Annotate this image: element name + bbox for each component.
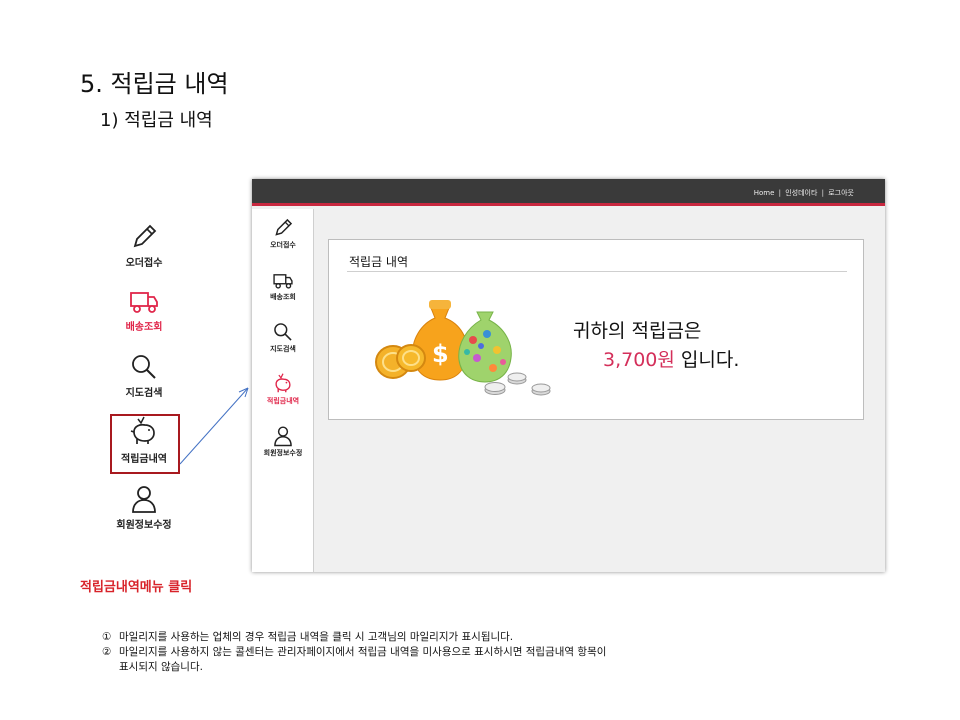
footnote-row: 표시되지 않습니다. (102, 660, 606, 675)
points-amount: 3,700원 (603, 349, 675, 371)
nav-home-link[interactable]: Home (754, 189, 775, 197)
pointer-arrow (179, 387, 249, 465)
click-caption: 적립금내역메뉴 클릭 (80, 580, 193, 595)
footnote-number: ② (102, 646, 112, 658)
menu-item-order[interactable]: 오더접수 (95, 222, 193, 269)
sidebar-item-profile[interactable]: 회원정보수정 (252, 425, 314, 458)
sidebar-item-label: 배송조회 (270, 293, 296, 301)
sidebar-item-label: 지도검색 (270, 345, 296, 353)
nav-logout-link[interactable]: 로그아웃 (828, 189, 854, 197)
sidebar-item-label: 회원정보수정 (263, 449, 303, 457)
search-icon (274, 323, 292, 341)
sidebar-item-delivery[interactable]: 배송조회 (252, 271, 314, 302)
user-icon (132, 486, 156, 513)
piggy-bank-icon (275, 373, 291, 393)
footnote-row: ① 마일리지를 사용하는 업체의 경우 적립금 내역을 클릭 시 고객님의 마일… (102, 630, 606, 645)
sidebar-item-points[interactable]: 적립금내역 (252, 373, 314, 406)
nav-separator: | (778, 189, 781, 197)
panel-divider (347, 271, 847, 272)
sidebar-item-order[interactable]: 오더접수 (252, 217, 314, 250)
points-suffix: 입니다. (680, 349, 740, 371)
truck-icon (130, 292, 158, 313)
highlight-box (110, 414, 180, 474)
user-icon (274, 426, 292, 447)
slide-subtitle: 1) 적립금 내역 (100, 110, 213, 131)
sidebar: 오더접수 배송조회 지도검색 적립금내역 회원정보수정 (252, 209, 314, 572)
menu-item-profile[interactable]: 회원정보수정 (95, 484, 193, 531)
sidebar-item-label: 오더접수 (270, 241, 296, 249)
footnotes: ① 마일리지를 사용하는 업체의 경우 적립금 내역을 클릭 시 고객님의 마일… (102, 630, 606, 675)
money-bags-illustration: $ (375, 300, 551, 396)
sidebar-item-map-search[interactable]: 지도검색 (252, 321, 314, 354)
menu-item-label: 배송조회 (125, 322, 163, 333)
top-nav: Home | 인성데이타 | 로그아웃 (753, 188, 855, 198)
footnote-number (102, 660, 119, 675)
points-message: 귀하의 적립금은 (573, 320, 702, 342)
panel-title: 적립금 내역 (349, 255, 409, 269)
footnote-text: 마일리지를 사용하는 업체의 경우 적립금 내역을 클릭 시 고객님의 마일리지… (119, 631, 514, 643)
menu-item-delivery[interactable]: 배송조회 (95, 288, 193, 333)
footnote-row: ② 마일리지를 사용하지 않는 콜센터는 관리자페이지에서 적립금 내역을 미사… (102, 645, 606, 660)
pencil-icon (133, 224, 157, 248)
points-amount-line: 3,700원 입니다. (603, 345, 739, 372)
nav-separator: | (821, 189, 824, 197)
footnote-number: ① (102, 631, 112, 643)
nav-company-link[interactable]: 인성데이타 (785, 189, 817, 197)
top-bar: Home | 인성데이타 | 로그아웃 (252, 179, 885, 206)
menu-item-label: 오더접수 (125, 258, 163, 269)
slide-title: 5. 적립금 내역 (80, 70, 229, 98)
footnote-text: 표시되지 않습니다. (119, 661, 203, 673)
search-icon (132, 355, 156, 379)
svg-text:$: $ (432, 340, 449, 368)
truck-icon (273, 274, 293, 289)
menu-item-label: 회원정보수정 (116, 520, 172, 531)
sidebar-item-label: 적립금내역 (266, 397, 300, 405)
app-window: Home | 인성데이타 | 로그아웃 오더접수 배송조회 지도검색 적립금내역… (252, 179, 885, 572)
footnote-text: 마일리지를 사용하지 않는 콜센터는 관리자페이지에서 적립금 내역을 미사용으… (119, 646, 607, 658)
pencil-icon (275, 218, 293, 236)
points-panel: 적립금 내역 $ 귀하의 적립금은 3,700원 입니다. (328, 239, 864, 420)
